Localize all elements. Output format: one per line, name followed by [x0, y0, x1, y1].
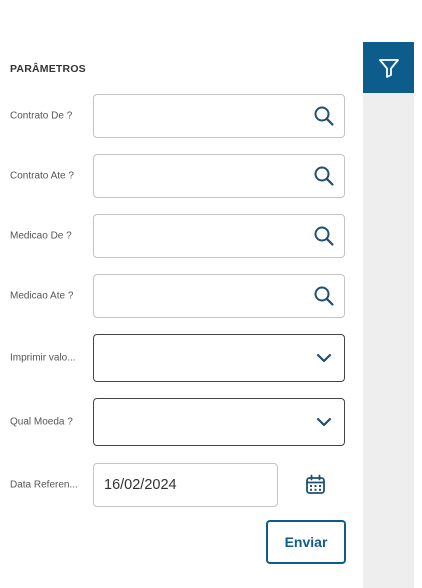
data-referencia-input[interactable]: 16/02/2024 [93, 463, 278, 507]
medicao-ate-row: Medicao Ate ? [0, 274, 355, 318]
medicao-ate-label: Medicao Ate ? [10, 290, 74, 302]
search-icon[interactable] [313, 165, 335, 187]
search-icon[interactable] [313, 105, 335, 127]
imprimir-valor-select[interactable] [93, 334, 345, 382]
contrato-ate-row: Contrato Ate ? [0, 154, 355, 198]
medicao-de-row: Medicao De ? [0, 214, 355, 258]
contrato-ate-input[interactable] [93, 154, 345, 198]
contrato-de-input[interactable] [93, 94, 345, 138]
chevron-down-icon[interactable] [316, 417, 332, 427]
medicao-de-label: Medicao De ? [10, 230, 72, 242]
contrato-ate-label: Contrato Ate ? [10, 170, 74, 182]
enviar-button[interactable]: Enviar [266, 520, 346, 564]
calendar-icon[interactable] [305, 474, 326, 500]
search-icon[interactable] [313, 285, 335, 307]
data-referencia-label: Data Referen... [10, 479, 78, 491]
qual-moeda-row: Qual Moeda ? [0, 398, 355, 446]
imprimir-valor-label: Imprimir valo... [10, 352, 76, 364]
filter-icon [378, 58, 399, 78]
contrato-de-row: Contrato De ? [0, 94, 355, 138]
qual-moeda-label: Qual Moeda ? [10, 416, 73, 428]
medicao-de-input[interactable] [93, 214, 345, 258]
chevron-down-icon[interactable] [316, 353, 332, 363]
imprimir-valor-row: Imprimir valo... [0, 334, 355, 382]
qual-moeda-select[interactable] [93, 398, 345, 446]
contrato-de-label: Contrato De ? [10, 110, 73, 122]
filter-button[interactable] [363, 42, 414, 93]
section-title: PARÂMETROS [10, 63, 86, 75]
search-icon[interactable] [313, 225, 335, 247]
side-panel [363, 42, 414, 588]
data-referencia-row: Data Referen... 16/02/2024 [0, 463, 355, 507]
medicao-ate-input[interactable] [93, 274, 345, 318]
